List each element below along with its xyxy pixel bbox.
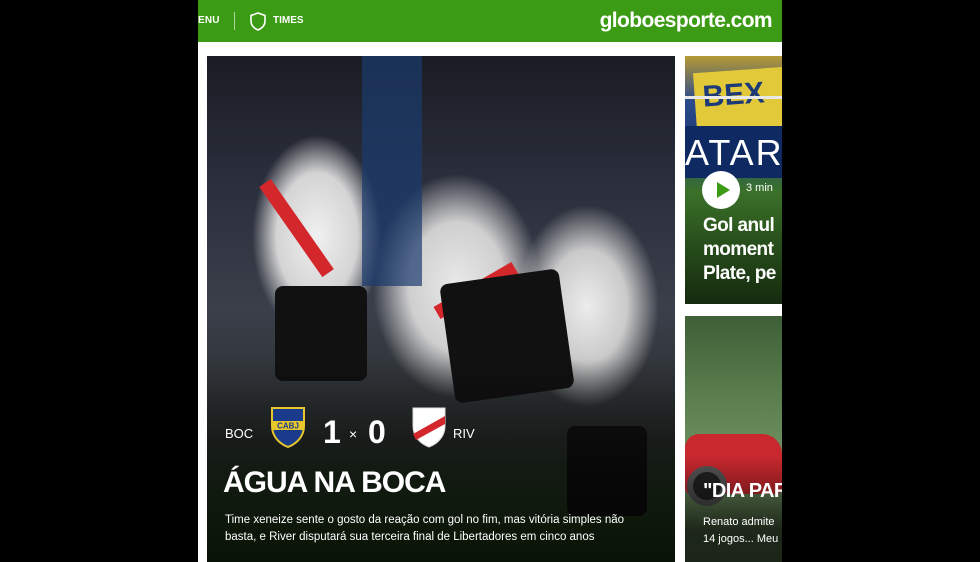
video-duration: 3 min [746, 182, 773, 194]
main-story-card[interactable]: BOC CABJ 1 × 0 RIV ÁGUA NA BOCA Time xen… [207, 56, 675, 562]
score-separator: × [349, 426, 358, 442]
nav-divider [234, 12, 235, 30]
menu-button[interactable]: ENU [198, 15, 220, 26]
jersey-stripe [259, 178, 334, 278]
side-story-title[interactable]: Gol anul moment Plate, pe [703, 214, 782, 286]
scoreboard: BOC CABJ 1 × 0 RIV [225, 404, 525, 452]
home-score: 1 [323, 414, 341, 450]
ad-board: ATAR [685, 126, 782, 178]
away-score: 0 [368, 414, 386, 450]
site-logo[interactable]: globoesporte.com [600, 9, 773, 33]
goal-crossbar [685, 96, 782, 99]
main-headline[interactable]: ÁGUA NA BOCA [223, 466, 446, 500]
page: ENU TIMES globoesporte.com BOC CABJ 1 × … [198, 0, 782, 562]
boca-crest-icon: CABJ [271, 407, 305, 448]
side-story-title[interactable]: "DIA PAR [703, 480, 782, 503]
away-team-abbr: RIV [453, 426, 475, 441]
top-nav-bar: ENU TIMES globoesporte.com [198, 0, 782, 42]
shield-icon[interactable] [250, 12, 266, 31]
main-summary: Time xeneize sente o gosto da reação com… [225, 514, 625, 543]
home-team-abbr: BOC [225, 426, 254, 441]
side-story-summary: Renato admite 14 jogos... Meu [703, 516, 779, 545]
stadium-banner: BEX [693, 66, 782, 134]
side-story-video[interactable]: BEX ATAR 3 min Gol anul moment Plate, pe [685, 56, 782, 304]
river-crest-icon [412, 407, 446, 448]
times-link[interactable]: TIMES [273, 15, 304, 26]
side-story-article[interactable]: "DIA PAR Renato admite 14 jogos... Meu [685, 316, 782, 562]
play-icon[interactable] [702, 171, 740, 209]
background-pillar [362, 56, 422, 286]
svg-text:CABJ: CABJ [277, 422, 299, 431]
